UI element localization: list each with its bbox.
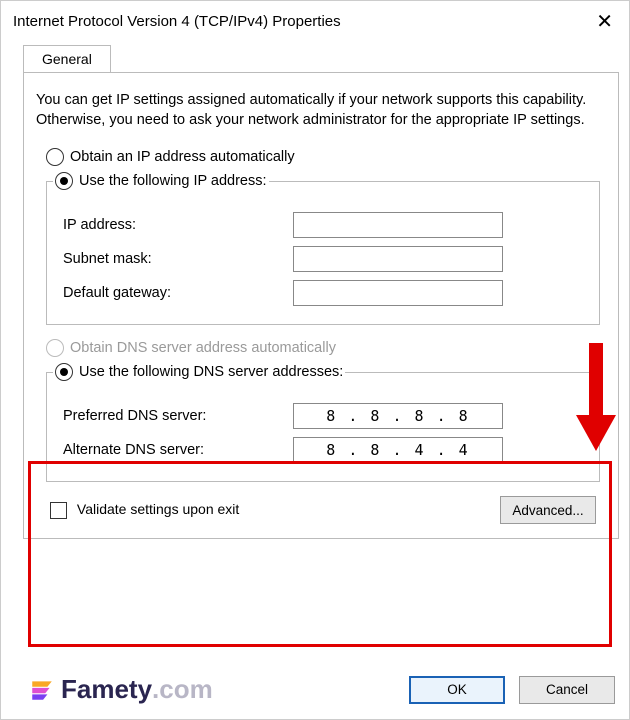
radio-icon (55, 172, 73, 190)
input-dns-alternate[interactable]: 8 . 8 . 4 . 4 (293, 437, 503, 463)
brand-mark-icon (29, 677, 55, 703)
ip-manual-group: Use the following IP address: IP address… (46, 172, 600, 325)
row-ip-address: IP address: (57, 212, 589, 238)
tab-general[interactable]: General (23, 45, 111, 73)
radio-icon (46, 339, 64, 357)
radio-icon (55, 363, 73, 381)
brand-logo: Famety.com (29, 674, 213, 705)
checkbox-icon (50, 502, 67, 519)
close-icon[interactable]: ✕ (590, 9, 619, 34)
row-dns-preferred: Preferred DNS server: 8 . 8 . 8 . 8 (57, 403, 589, 429)
label-dns-preferred: Preferred DNS server: (57, 408, 293, 424)
label-ip-address: IP address: (57, 217, 293, 233)
input-gateway[interactable] (293, 280, 503, 306)
radio-icon (46, 148, 64, 166)
input-dns-preferred[interactable]: 8 . 8 . 8 . 8 (293, 403, 503, 429)
radio-dns-manual-label: Use the following DNS server addresses: (79, 364, 343, 380)
label-gateway: Default gateway: (57, 285, 293, 301)
input-ip-address[interactable] (293, 212, 503, 238)
checkbox-validate[interactable]: Validate settings upon exit (50, 501, 239, 519)
radio-dns-manual[interactable]: Use the following DNS server addresses: (55, 363, 343, 381)
advanced-button[interactable]: Advanced... (500, 496, 596, 524)
annotation-highlight-box (28, 461, 612, 647)
dns-manual-group: Use the following DNS server addresses: … (46, 363, 600, 482)
window-title: Internet Protocol Version 4 (TCP/IPv4) P… (13, 13, 341, 30)
checkbox-validate-label: Validate settings upon exit (77, 501, 239, 517)
radio-ip-auto[interactable]: Obtain an IP address automatically (46, 148, 606, 166)
footer: Famety.com OK Cancel (1, 662, 629, 719)
tab-strip: General (23, 44, 619, 72)
row-subnet: Subnet mask: (57, 246, 589, 272)
radio-ip-auto-label: Obtain an IP address automatically (70, 149, 295, 165)
ok-button[interactable]: OK (409, 676, 505, 704)
general-panel: You can get IP settings assigned automat… (23, 72, 619, 539)
row-gateway: Default gateway: (57, 280, 589, 306)
dialog-window: Internet Protocol Version 4 (TCP/IPv4) P… (0, 0, 630, 720)
intro-text: You can get IP settings assigned automat… (36, 91, 602, 130)
row-dns-alternate: Alternate DNS server: 8 . 8 . 4 . 4 (57, 437, 589, 463)
radio-ip-manual-label: Use the following IP address: (79, 173, 267, 189)
footer-buttons: OK Cancel (409, 676, 615, 704)
label-subnet: Subnet mask: (57, 251, 293, 267)
cancel-button[interactable]: Cancel (519, 676, 615, 704)
radio-dns-auto-label: Obtain DNS server address automatically (70, 340, 336, 356)
brand-name: Famety (61, 674, 152, 705)
label-dns-alternate: Alternate DNS server: (57, 442, 293, 458)
input-subnet[interactable] (293, 246, 503, 272)
titlebar: Internet Protocol Version 4 (TCP/IPv4) P… (1, 1, 629, 40)
radio-dns-auto: Obtain DNS server address automatically (46, 339, 606, 357)
panel-bottom-row: Validate settings upon exit Advanced... (50, 496, 596, 524)
brand-suffix: .com (152, 674, 213, 705)
radio-ip-manual[interactable]: Use the following IP address: (55, 172, 267, 190)
